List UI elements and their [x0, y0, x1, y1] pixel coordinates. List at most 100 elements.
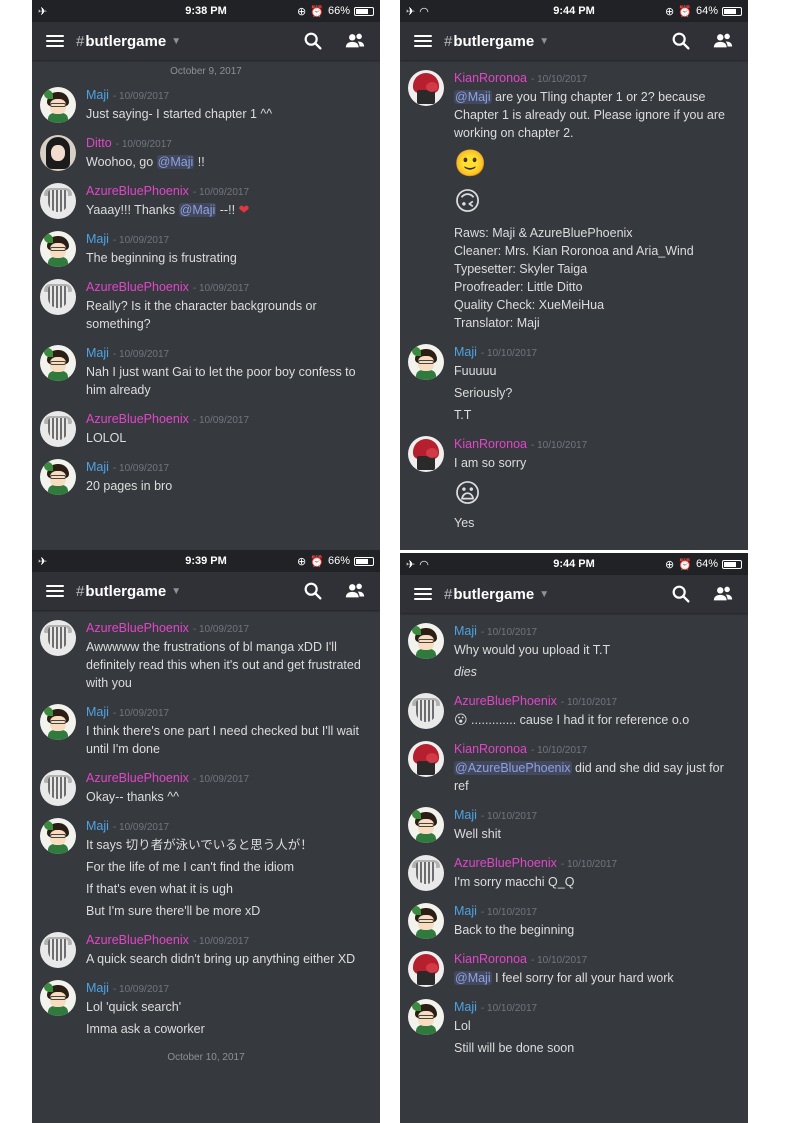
- members-icon[interactable]: [344, 580, 366, 602]
- author-name[interactable]: Maji: [454, 344, 477, 360]
- author-name[interactable]: Maji: [86, 459, 109, 475]
- battery-percent: 66%: [327, 555, 350, 567]
- user-mention[interactable]: @Maji: [454, 971, 492, 985]
- avatar[interactable]: [40, 770, 76, 806]
- avatar[interactable]: [40, 183, 76, 219]
- author-name[interactable]: AzureBluePhoenix: [86, 279, 189, 295]
- author-name[interactable]: Maji: [86, 345, 109, 361]
- message-feed[interactable]: KianRoronoa10/10/2017 @Maji are you Tlin…: [400, 60, 748, 538]
- author-name[interactable]: KianRoronoa: [454, 70, 527, 86]
- avatar[interactable]: [40, 279, 76, 315]
- author-name[interactable]: Maji: [86, 231, 109, 247]
- avatar[interactable]: [40, 231, 76, 267]
- timestamp: 10/09/2017: [113, 347, 169, 363]
- message-feed[interactable]: AzureBluePhoenix 10/09/2017 Awwwww the fr…: [32, 610, 380, 1063]
- author-name[interactable]: Maji: [86, 87, 109, 103]
- avatar[interactable]: [408, 693, 444, 729]
- author-name[interactable]: AzureBluePhoenix: [86, 770, 189, 786]
- channel-selector[interactable]: # butlergame ▼: [76, 583, 282, 600]
- timestamp: 10/10/2017: [531, 72, 587, 88]
- search-icon[interactable]: [302, 580, 324, 602]
- avatar[interactable]: [40, 620, 76, 656]
- menu-icon[interactable]: [46, 585, 64, 597]
- menu-icon[interactable]: [46, 35, 64, 47]
- author-name[interactable]: Maji: [86, 980, 109, 996]
- status-time: 9:39 PM: [185, 555, 227, 567]
- avatar[interactable]: [408, 999, 444, 1035]
- avatar[interactable]: [408, 741, 444, 777]
- members-icon[interactable]: [344, 30, 366, 52]
- channel-header: # butlergame ▼: [400, 22, 748, 60]
- user-mention[interactable]: @Maji: [454, 90, 492, 104]
- avatar[interactable]: [40, 135, 76, 171]
- author-name[interactable]: Maji: [454, 623, 477, 639]
- message-text: Seriously?: [454, 386, 513, 400]
- author-name[interactable]: KianRoronoa: [454, 741, 527, 757]
- message-feed[interactable]: Maji10/10/2017 Why would you upload it T…: [400, 613, 748, 1063]
- members-icon[interactable]: [712, 30, 734, 52]
- avatar[interactable]: [408, 807, 444, 843]
- author-name[interactable]: AzureBluePhoenix: [454, 693, 557, 709]
- message-feed[interactable]: October 9, 2017 Maji10/09/2017 Just sayi…: [32, 60, 380, 501]
- avatar[interactable]: [408, 903, 444, 939]
- author-name[interactable]: KianRoronoa: [454, 951, 527, 967]
- avatar[interactable]: [408, 70, 444, 106]
- author-name[interactable]: Maji: [86, 818, 109, 834]
- avatar[interactable]: [408, 436, 444, 472]
- status-time: 9:38 PM: [185, 5, 227, 17]
- credit-line: Raws: Maji & AzureBluePhoenix: [454, 226, 633, 240]
- message: AzureBluePhoenix10/10/2017 I'm sorry mac…: [400, 849, 748, 897]
- status-time: 9:44 PM: [553, 5, 595, 17]
- avatar[interactable]: [40, 818, 76, 854]
- avatar[interactable]: [40, 459, 76, 495]
- search-icon[interactable]: [670, 583, 692, 605]
- author-name[interactable]: Maji: [86, 704, 109, 720]
- author-name[interactable]: KianRoronoa: [454, 436, 527, 452]
- author-name[interactable]: Ditto: [86, 135, 112, 151]
- avatar[interactable]: [40, 87, 76, 123]
- message-text: The beginning is frustrating: [86, 251, 237, 265]
- channel-selector[interactable]: # butlergame ▼: [444, 33, 650, 50]
- author-name[interactable]: AzureBluePhoenix: [86, 620, 189, 636]
- menu-icon[interactable]: [414, 588, 432, 600]
- search-icon[interactable]: [670, 30, 692, 52]
- timestamp: 10/09/2017: [113, 982, 169, 998]
- message-text: Awwwww the frustrations of bl manga xDD …: [86, 640, 361, 690]
- members-icon[interactable]: [712, 583, 734, 605]
- author-name[interactable]: Maji: [454, 999, 477, 1015]
- avatar[interactable]: [40, 345, 76, 381]
- message-text: Lol 'quick search': [86, 1000, 182, 1014]
- chat-screenshot-3: ✈ 9:39 PM ⊕ ⏰ 66% # butlergame ▼ AzureBl…: [32, 550, 380, 1123]
- message-text: For the life of me I can't find the idio…: [86, 860, 295, 874]
- message: Maji10/10/2017 Back to the beginning: [400, 897, 748, 945]
- upside-down-face-emoji: 🙃: [454, 186, 482, 216]
- avatar[interactable]: [408, 344, 444, 380]
- avatar[interactable]: [408, 623, 444, 659]
- author-name[interactable]: Maji: [454, 807, 477, 823]
- author-name[interactable]: AzureBluePhoenix: [86, 411, 189, 427]
- author-name[interactable]: AzureBluePhoenix: [86, 183, 189, 199]
- status-time: 9:44 PM: [553, 558, 595, 570]
- author-name[interactable]: AzureBluePhoenix: [454, 855, 557, 871]
- rotation-lock-icon: ⊕: [297, 555, 307, 568]
- user-mention[interactable]: @AzureBluePhoenix: [454, 761, 572, 775]
- channel-selector[interactable]: # butlergame ▼: [76, 33, 282, 50]
- menu-icon[interactable]: [414, 35, 432, 47]
- author-name[interactable]: Maji: [454, 903, 477, 919]
- timestamp: 10/09/2017: [113, 461, 169, 477]
- search-icon[interactable]: [302, 30, 324, 52]
- channel-selector[interactable]: # butlergame ▼: [444, 586, 650, 603]
- message-text: Lol: [454, 1019, 471, 1033]
- user-mention[interactable]: @Maji: [156, 155, 195, 169]
- user-mention[interactable]: @Maji: [178, 203, 217, 217]
- alarm-icon: ⏰: [678, 5, 692, 18]
- author-name[interactable]: AzureBluePhoenix: [86, 932, 189, 948]
- avatar[interactable]: [40, 411, 76, 447]
- avatar[interactable]: [408, 951, 444, 987]
- avatar[interactable]: [408, 855, 444, 891]
- avatar[interactable]: [40, 932, 76, 968]
- avatar[interactable]: [40, 980, 76, 1016]
- battery-icon: [721, 559, 742, 569]
- timestamp: 10/10/2017: [481, 346, 537, 362]
- avatar[interactable]: [40, 704, 76, 740]
